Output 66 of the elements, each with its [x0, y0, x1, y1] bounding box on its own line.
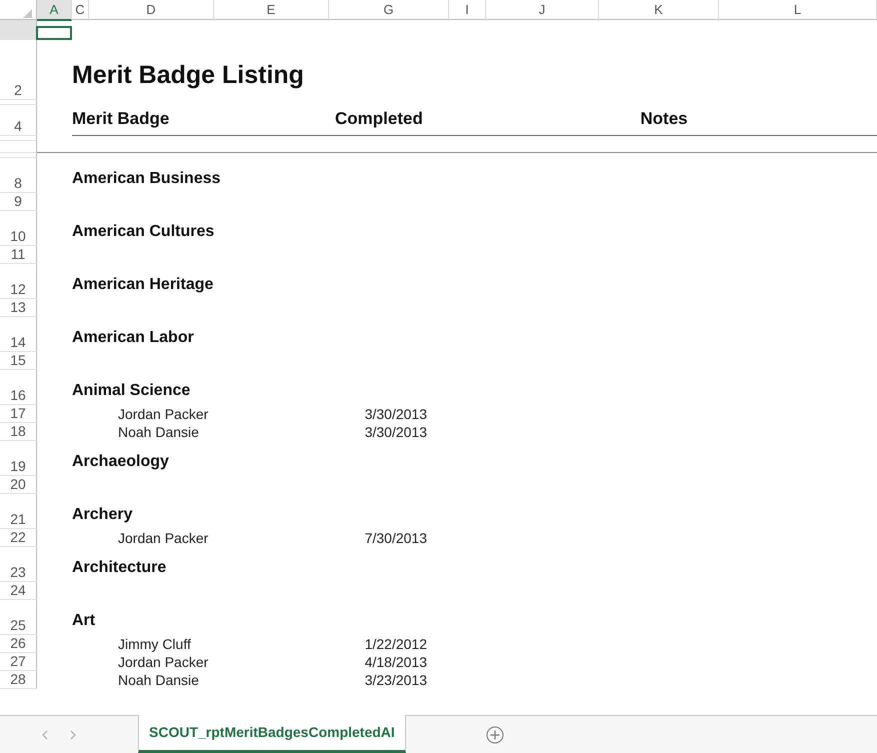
- row-header[interactable]: 16: [0, 370, 37, 405]
- row-header[interactable]: [0, 100, 37, 105]
- scroll-right-icon[interactable]: [70, 730, 76, 740]
- column-title: Merit Badge: [72, 108, 170, 130]
- scout-name: Noah Dansie: [117, 424, 200, 441]
- badge-name: Archery: [72, 505, 134, 525]
- row-header[interactable]: 19: [0, 441, 37, 476]
- column-header[interactable]: L: [719, 0, 877, 21]
- row-header[interactable]: 21: [0, 494, 37, 529]
- row-header[interactable]: 9: [0, 193, 37, 211]
- row-header[interactable]: 18: [0, 423, 37, 441]
- column-header[interactable]: G: [329, 0, 449, 21]
- badge-name: American Labor: [72, 328, 195, 348]
- select-all-icon[interactable]: [23, 9, 32, 18]
- completed-date: 1/22/2012: [364, 636, 428, 653]
- row-header[interactable]: 28: [0, 671, 37, 689]
- row-header[interactable]: [0, 153, 37, 158]
- badge-name: American Heritage: [72, 275, 214, 295]
- completed-date: 3/30/2013: [364, 424, 428, 441]
- completed-date: 4/18/2013: [364, 654, 428, 671]
- column-title: Completed: [334, 108, 424, 130]
- scout-name: Jimmy Cluff: [117, 636, 192, 653]
- scout-name: Jordan Packer: [117, 654, 210, 671]
- row-header[interactable]: 23: [0, 547, 37, 582]
- row-header[interactable]: 14: [0, 317, 37, 352]
- row-header[interactable]: 24: [0, 582, 37, 600]
- column-header[interactable]: E: [214, 0, 329, 21]
- completed-date: 3/30/2013: [364, 406, 428, 423]
- column-title: Notes: [639, 108, 689, 130]
- column-header[interactable]: A: [37, 0, 72, 21]
- report-title: Merit Badge Listing: [72, 60, 305, 90]
- scout-name: Jordan Packer: [117, 406, 210, 423]
- row-header[interactable]: 22: [0, 529, 37, 547]
- row-header[interactable]: 13: [0, 299, 37, 317]
- row-header[interactable]: 20: [0, 476, 37, 494]
- row-header[interactable]: 11: [0, 246, 37, 264]
- row-header[interactable]: 10: [0, 211, 37, 246]
- scout-name: Noah Dansie: [117, 672, 200, 689]
- column-header[interactable]: I: [449, 0, 486, 21]
- row-header[interactable]: 4: [0, 105, 37, 136]
- row-header[interactable]: 26: [0, 635, 37, 653]
- row-header[interactable]: 15: [0, 352, 37, 370]
- row-header[interactable]: 2: [0, 40, 37, 100]
- column-header[interactable]: K: [599, 0, 719, 21]
- scroll-left-icon[interactable]: [42, 730, 48, 740]
- scout-name: Jordan Packer: [117, 530, 210, 547]
- completed-date: 3/23/2013: [364, 672, 428, 689]
- badge-name: Art: [72, 611, 96, 631]
- row-header[interactable]: 27: [0, 653, 37, 671]
- row-header[interactable]: 12: [0, 264, 37, 299]
- badge-name: American Cultures: [72, 222, 216, 242]
- row-header[interactable]: 8: [0, 158, 37, 193]
- badge-name: Archaeology: [72, 452, 170, 472]
- column-header[interactable]: C: [72, 0, 89, 21]
- sheet-tab[interactable]: SCOUT_rptMeritBadgesCompletedAI: [138, 715, 406, 753]
- column-header[interactable]: D: [89, 0, 214, 21]
- row-header[interactable]: 17: [0, 405, 37, 423]
- row-header[interactable]: [0, 136, 37, 141]
- column-header[interactable]: J: [486, 0, 599, 21]
- badge-name: Animal Science: [72, 381, 192, 401]
- row-header[interactable]: [0, 141, 37, 153]
- row-header[interactable]: 25: [0, 600, 37, 635]
- completed-date: 7/30/2013: [364, 530, 428, 547]
- badge-name: American Business: [72, 169, 222, 189]
- badge-name: Architecture: [72, 558, 168, 578]
- active-cell[interactable]: [36, 26, 72, 40]
